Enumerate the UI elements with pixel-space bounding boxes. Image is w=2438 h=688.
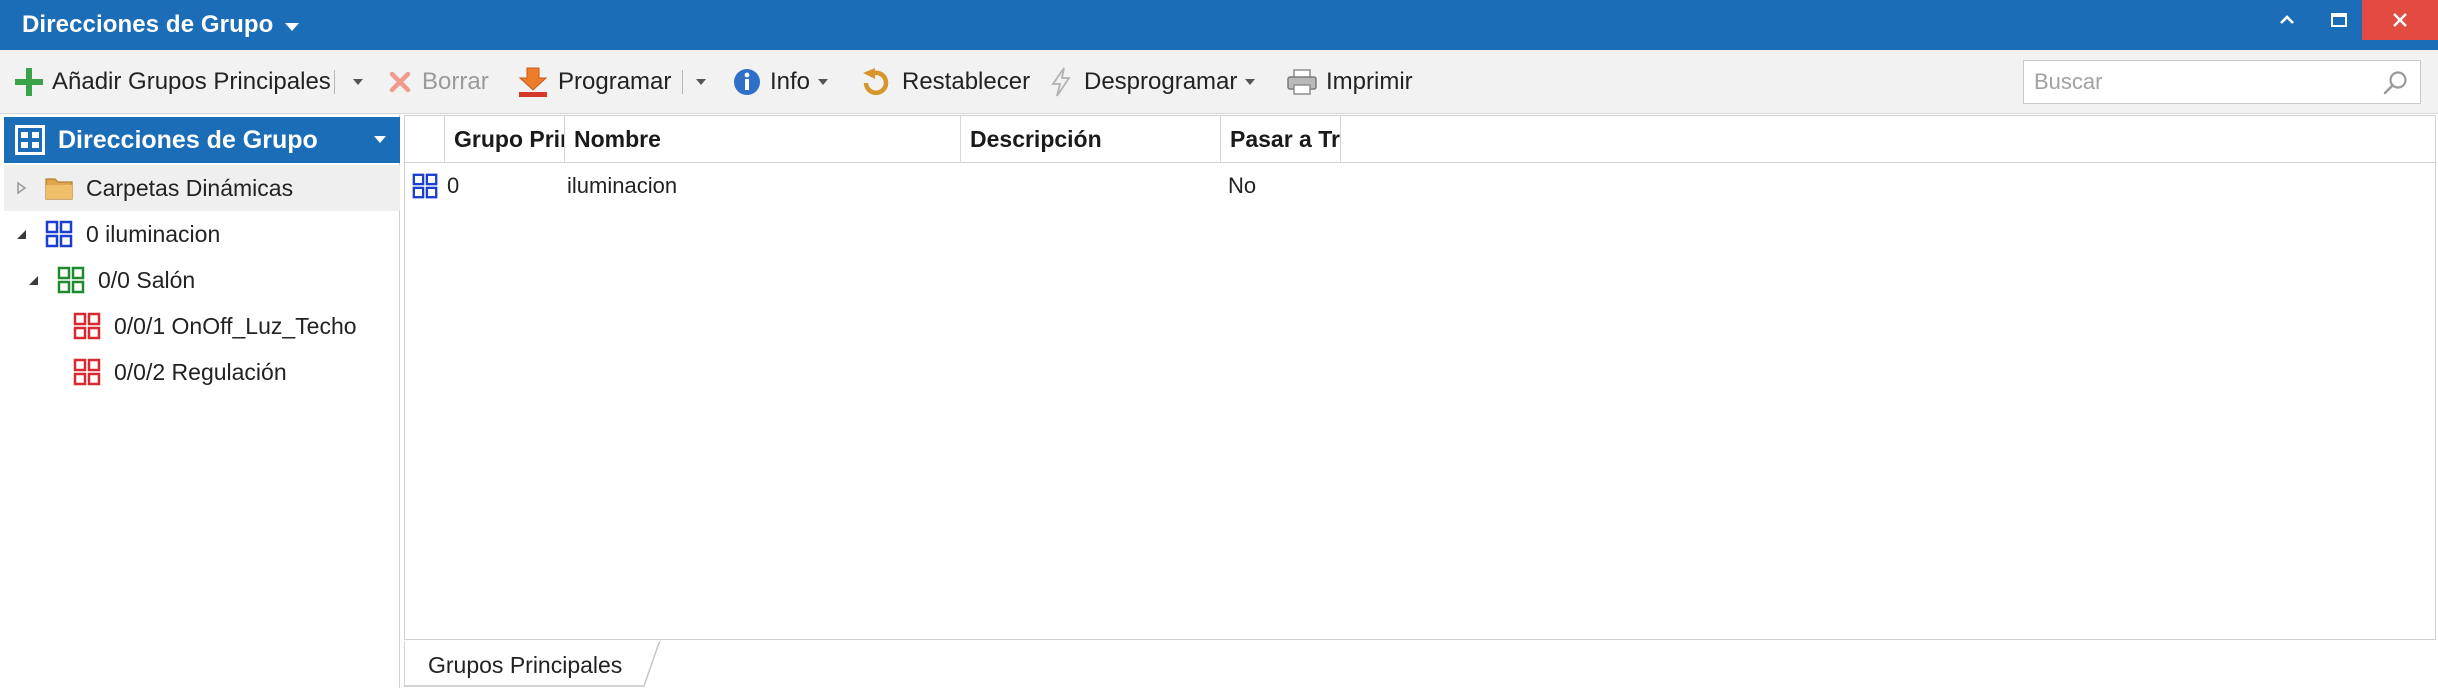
plus-icon: [15, 68, 43, 96]
maximize-button[interactable]: [2310, 0, 2368, 40]
cell-main-group: 0: [447, 173, 460, 198]
tree-item-main-group[interactable]: 0 iluminacion: [4, 211, 400, 257]
group-address-tree: Direcciones de Grupo Carpetas Dinámicas …: [0, 115, 400, 688]
bottom-tab-bar: Grupos Principales: [404, 640, 2438, 688]
add-main-groups-button[interactable]: Añadir Grupos Principales: [14, 63, 331, 101]
add-main-groups-label: Añadir Grupos Principales: [52, 68, 331, 95]
delete-x-icon: [389, 71, 411, 93]
info-icon: [734, 69, 760, 95]
program-dropdown[interactable]: [690, 64, 712, 100]
main-groups-grid: Grupo Principal Nombre Descripción Pasar…: [404, 115, 2436, 640]
lightning-icon: [1051, 67, 1071, 97]
unprogram-button[interactable]: Desprogramar: [1046, 63, 1256, 101]
grid-header: Grupo Principal Nombre Descripción Pasar…: [405, 116, 2435, 163]
toolbar-separator: [682, 70, 683, 94]
chevron-down-icon[interactable]: [818, 79, 829, 85]
cell-description: [970, 164, 1210, 208]
program-label: Programar: [558, 68, 672, 95]
close-button[interactable]: [2362, 0, 2438, 40]
reset-arrow-icon: [863, 68, 889, 96]
group-addresses-icon: [15, 125, 45, 155]
tree-item-label: 0/0 Salón: [98, 267, 196, 293]
main-group-icon: [45, 220, 73, 248]
middle-group-icon: [57, 266, 85, 294]
tree-item-label: 0/0/1 OnOff_Luz_Techo: [114, 313, 357, 339]
cell-pass-through: No: [1228, 173, 1257, 198]
tree-item-label: 0 iluminacion: [86, 221, 221, 247]
title-bar: Direcciones de Grupo: [0, 0, 2438, 50]
info-label: Info: [770, 68, 811, 95]
tab-main-groups[interactable]: Grupos Principales: [404, 640, 664, 688]
column-header-main-group[interactable]: Grupo Principal: [445, 116, 565, 163]
search-input[interactable]: [2024, 62, 2364, 102]
group-address-icon: [73, 358, 101, 386]
tab-label: Grupos Principales: [428, 652, 623, 678]
chevron-down-icon: [696, 79, 706, 85]
column-header-name[interactable]: Nombre: [565, 116, 961, 163]
collapse-arrow-icon[interactable]: [26, 273, 40, 287]
tree-header-title: Direcciones de Grupo: [58, 125, 318, 154]
chevron-down-icon: [353, 79, 363, 85]
minimize-button[interactable]: [2258, 0, 2316, 40]
toolbar-separator: [334, 70, 335, 94]
expand-arrow-icon[interactable]: [14, 181, 28, 195]
row-icon-column-header: [405, 116, 445, 163]
tree-item-label: 0/0/2 Regulación: [114, 359, 287, 385]
delete-label: Borrar: [422, 68, 489, 95]
search-icon[interactable]: [2382, 69, 2410, 97]
group-address-icon: [73, 312, 101, 340]
cell-name: iluminacion: [567, 173, 678, 198]
delete-button[interactable]: Borrar: [386, 63, 489, 101]
printer-icon: [1287, 69, 1317, 95]
search-box: [2023, 60, 2421, 104]
title-dropdown-caret-icon[interactable]: [285, 22, 300, 31]
maximize-icon: [2331, 13, 2347, 27]
tree-item-group-address[interactable]: 0/0/1 OnOff_Luz_Techo: [4, 303, 400, 349]
unprogram-label: Desprogramar: [1084, 68, 1238, 95]
print-label: Imprimir: [1326, 68, 1413, 95]
close-icon: [2393, 13, 2407, 27]
info-button[interactable]: Info: [732, 63, 829, 101]
chevron-down-icon[interactable]: [374, 136, 386, 143]
tree-item-dynamic-folders[interactable]: Carpetas Dinámicas: [4, 165, 400, 211]
reset-button[interactable]: Restablecer: [860, 63, 1030, 101]
reset-label: Restablecer: [902, 68, 1031, 95]
window-title-menu[interactable]: Direcciones de Grupo: [22, 0, 300, 50]
column-header-pass-through[interactable]: Pasar a Través de Acoplador de Línea: [1221, 116, 1341, 163]
window-title: Direcciones de Grupo: [22, 11, 274, 38]
download-arrow-icon: [518, 67, 548, 97]
main-group-icon: [412, 173, 438, 199]
table-row[interactable]: 0 iluminacion No: [405, 164, 2435, 208]
tree-header[interactable]: Direcciones de Grupo: [4, 117, 400, 163]
tree-item-middle-group[interactable]: 0/0 Salón: [4, 257, 400, 303]
print-button[interactable]: Imprimir: [1286, 63, 1413, 101]
chevron-down-icon[interactable]: [1245, 79, 1256, 85]
program-button[interactable]: Programar: [516, 63, 671, 101]
chevron-up-icon: [2280, 15, 2294, 24]
add-main-groups-dropdown[interactable]: [347, 64, 369, 100]
tree-item-group-address[interactable]: 0/0/2 Regulación: [4, 349, 400, 395]
folder-icon: [45, 178, 73, 200]
row-icon-cell: [411, 164, 441, 208]
toolbar: Añadir Grupos Principales Borrar Program…: [0, 50, 2438, 114]
column-header-description[interactable]: Descripción: [961, 116, 1221, 163]
tree-item-label: Carpetas Dinámicas: [86, 175, 294, 201]
collapse-arrow-icon[interactable]: [14, 227, 28, 241]
